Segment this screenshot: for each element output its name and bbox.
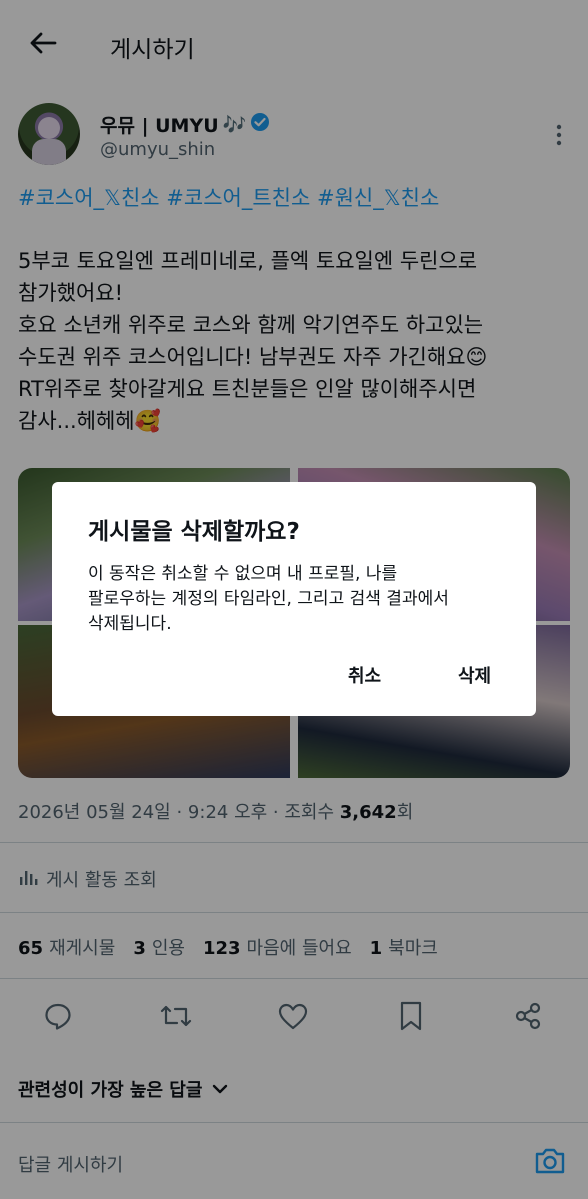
delete-button[interactable]: 삭제 — [458, 662, 491, 688]
dialog-message-line: 이 동작은 취소할 수 없으며 내 프로필, 나를 — [88, 564, 398, 584]
cancel-button[interactable]: 취소 — [348, 662, 381, 688]
dialog-message-line: 삭제됩니다. — [88, 614, 172, 634]
delete-confirm-dialog: 게시물을 삭제할까요? 이 동작은 취소할 수 없으며 내 프로필, 나를 팔로… — [52, 482, 536, 716]
dialog-title: 게시물을 삭제할까요? — [88, 519, 300, 545]
dialog-message: 이 동작은 취소할 수 없으며 내 프로필, 나를 팔로우하는 계정의 타임라인… — [88, 562, 508, 637]
dialog-message-line: 팔로우하는 계정의 타임라인, 그리고 검색 결과에서 — [88, 589, 449, 609]
